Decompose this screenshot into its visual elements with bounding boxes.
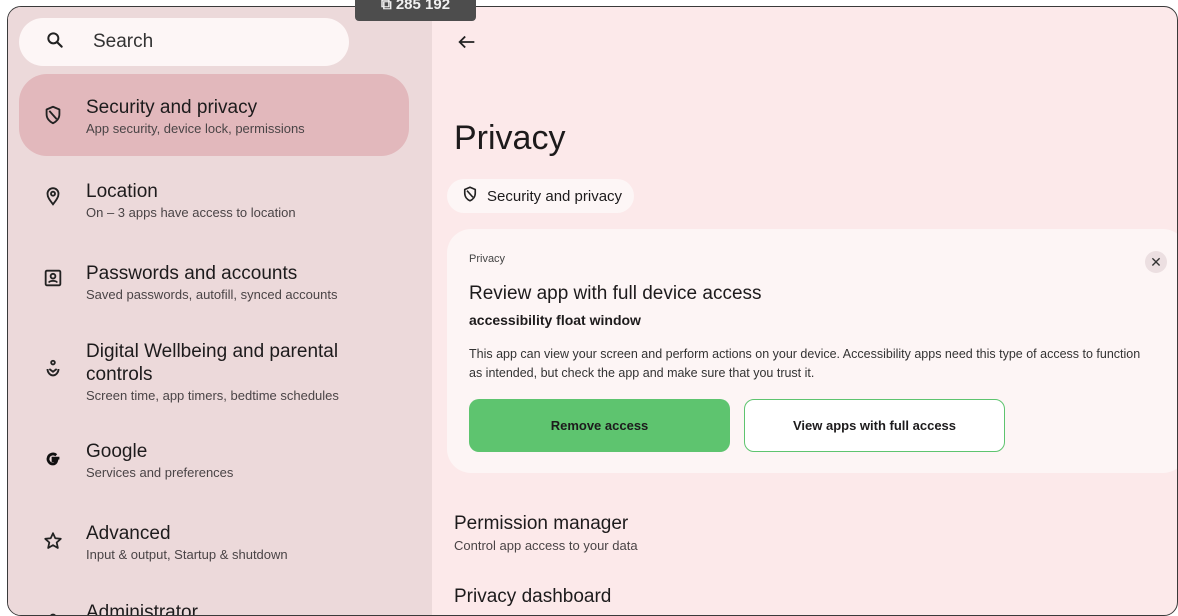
sidebar-item-google[interactable]: Google Services and preferences [19, 432, 409, 492]
account-box-icon [41, 266, 65, 290]
breadcrumb-chip[interactable]: Security and privacy [447, 179, 635, 213]
shield-icon [41, 103, 65, 127]
permission-manager-item[interactable]: Permission manager Control app access to… [454, 513, 638, 553]
list-item-title: Privacy dashboard [454, 586, 612, 607]
search-icon [45, 30, 65, 55]
sidebar-item-passwords-and-accounts[interactable]: Passwords and accounts Saved passwords, … [19, 252, 409, 312]
card-title: Review app with full device access [469, 283, 762, 304]
sidebar-item-administrator[interactable]: Administrator [19, 595, 409, 615]
sidebar-item-title: Google [86, 441, 148, 462]
location-pin-icon [41, 184, 65, 208]
sidebar-item-subtitle: App security, device lock, permissions [86, 121, 305, 136]
sidebar-item-title: Location [86, 181, 158, 202]
sidebar-item-title: Security and privacy [86, 97, 258, 118]
settings-window: Search Security and privacy App security… [7, 6, 1178, 616]
sidebar-item-digital-wellbeing[interactable]: Digital Wellbeing and parental controls … [19, 332, 409, 412]
sidebar-item-title: Passwords and accounts [86, 263, 298, 284]
sidebar-item-subtitle: Services and preferences [86, 465, 234, 480]
overlay-badge: ⧉ 285 192 [355, 0, 476, 21]
sidebar-item-title: Digital Wellbeing and parental controls [86, 341, 339, 385]
view-apps-button[interactable]: View apps with full access [744, 399, 1005, 452]
star-icon [41, 529, 65, 553]
card-kicker: Privacy [469, 253, 506, 265]
sidebar-item-security-and-privacy[interactable]: Security and privacy App security, devic… [19, 74, 409, 156]
wellbeing-icon [41, 357, 65, 381]
list-item-title: Permission manager [454, 513, 629, 534]
card-body: This app can view your screen and perfor… [469, 347, 1141, 380]
sidebar-item-subtitle: Saved passwords, autofill, synced accoun… [86, 287, 338, 302]
remove-access-button[interactable]: Remove access [469, 399, 730, 452]
sidebar-item-subtitle: Input & output, Startup & shutdown [86, 547, 288, 562]
privacy-review-card: Privacy ✕ Review app with full device ac… [447, 229, 1177, 473]
search-placeholder: Search [93, 31, 154, 52]
card-app-name: accessibility float window [469, 312, 641, 328]
privacy-dashboard-item[interactable]: Privacy dashboard [454, 586, 611, 608]
sidebar-item-title: Administrator [86, 602, 198, 615]
google-icon [41, 447, 65, 471]
list-item-subtitle: Control app access to your data [454, 538, 638, 553]
sidebar-item-location[interactable]: Location On – 3 apps have access to loca… [19, 170, 409, 230]
sidebar-item-title: Advanced [86, 523, 171, 544]
close-icon[interactable]: ✕ [1145, 251, 1167, 273]
page-title: Privacy [454, 119, 566, 157]
breadcrumb-label: Security and privacy [487, 187, 623, 205]
main-content: Privacy Security and privacy Privacy ✕ R… [432, 7, 1177, 615]
sidebar: Search Security and privacy App security… [8, 7, 432, 615]
sidebar-item-advanced[interactable]: Advanced Input & output, Startup & shutd… [19, 514, 409, 574]
admin-icon [41, 609, 65, 615]
search-bar[interactable]: Search [19, 18, 349, 66]
back-arrow-icon[interactable] [454, 29, 480, 55]
sidebar-item-subtitle: On – 3 apps have access to location [86, 205, 296, 220]
shield-icon [461, 185, 487, 207]
sidebar-item-subtitle: Screen time, app timers, bedtime schedul… [86, 388, 339, 403]
